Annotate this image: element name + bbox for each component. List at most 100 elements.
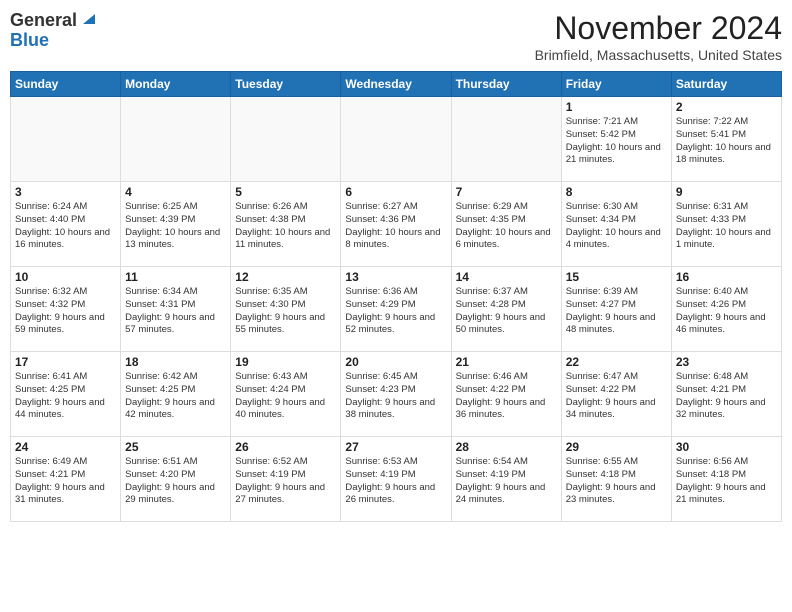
day-info: Sunrise: 6:46 AM Sunset: 4:22 PM Dayligh…: [456, 371, 557, 422]
day-info: Sunrise: 6:41 AM Sunset: 4:25 PM Dayligh…: [15, 371, 116, 422]
calendar-day-cell: 4 Sunrise: 6:25 AM Sunset: 4:39 PM Daylig…: [121, 182, 231, 267]
calendar-day-cell: [341, 97, 451, 182]
day-info: Sunrise: 6:52 AM Sunset: 4:19 PM Dayligh…: [235, 456, 336, 507]
day-info: Sunrise: 6:43 AM Sunset: 4:24 PM Dayligh…: [235, 371, 336, 422]
calendar-day-cell: 27 Sunrise: 6:53 AM Sunset: 4:19 PM Dayli…: [341, 437, 451, 522]
calendar-day-cell: 8 Sunrise: 6:30 AM Sunset: 4:34 PM Daylig…: [561, 182, 671, 267]
day-info: Sunrise: 6:49 AM Sunset: 4:21 PM Dayligh…: [15, 456, 116, 507]
calendar-day-cell: 11Sunrise: 6:34 AM Sunset: 4:31 PM Dayli…: [121, 267, 231, 352]
weekday-header: Thursday: [451, 72, 561, 97]
day-info: Sunrise: 6:37 AM Sunset: 4:28 PM Dayligh…: [456, 286, 557, 337]
logo-general-text: General: [10, 11, 77, 31]
day-number: 30: [676, 440, 777, 454]
day-number: 2: [676, 100, 777, 114]
calendar-day-cell: 19 Sunrise: 6:43 AM Sunset: 4:24 PM Dayli…: [231, 352, 341, 437]
calendar-day-cell: 14 Sunrise: 6:37 AM Sunset: 4:28 PM Dayli…: [451, 267, 561, 352]
day-number: 25: [125, 440, 226, 454]
location-title: Brimfield, Massachusetts, United States: [535, 47, 782, 63]
weekday-header: Wednesday: [341, 72, 451, 97]
title-area: November 2024 Brimfield, Massachusetts, …: [535, 10, 782, 63]
day-info: Sunrise: 6:25 AM Sunset: 4:39 PM Dayligh…: [125, 201, 226, 252]
calendar-day-cell: 17Sunrise: 6:41 AM Sunset: 4:25 PM Dayli…: [11, 352, 121, 437]
day-info: Sunrise: 6:55 AM Sunset: 4:18 PM Dayligh…: [566, 456, 667, 507]
day-info: Sunrise: 6:45 AM Sunset: 4:23 PM Dayligh…: [345, 371, 446, 422]
day-info: Sunrise: 6:54 AM Sunset: 4:19 PM Dayligh…: [456, 456, 557, 507]
day-info: Sunrise: 6:30 AM Sunset: 4:34 PM Dayligh…: [566, 201, 667, 252]
day-number: 16: [676, 270, 777, 284]
day-info: Sunrise: 6:32 AM Sunset: 4:32 PM Dayligh…: [15, 286, 116, 337]
day-number: 1: [566, 100, 667, 114]
day-number: 8: [566, 185, 667, 199]
calendar-day-cell: [231, 97, 341, 182]
calendar-week-row: 10 Sunrise: 6:32 AM Sunset: 4:32 PM Dayli…: [11, 267, 782, 352]
logo-blue-text: Blue: [10, 30, 49, 50]
day-number: 14: [456, 270, 557, 284]
day-info: Sunrise: 6:56 AM Sunset: 4:18 PM Dayligh…: [676, 456, 777, 507]
calendar-day-cell: 29 Sunrise: 6:55 AM Sunset: 4:18 PM Dayli…: [561, 437, 671, 522]
day-info: Sunrise: 6:24 AM Sunset: 4:40 PM Dayligh…: [15, 201, 116, 252]
day-number: 4: [125, 185, 226, 199]
day-number: 20: [345, 355, 446, 369]
day-info: Sunrise: 6:51 AM Sunset: 4:20 PM Dayligh…: [125, 456, 226, 507]
day-number: 26: [235, 440, 336, 454]
month-title: November 2024: [535, 10, 782, 47]
calendar-day-cell: [121, 97, 231, 182]
calendar-day-cell: 6Sunrise: 6:27 AM Sunset: 4:36 PM Daylig…: [341, 182, 451, 267]
day-number: 19: [235, 355, 336, 369]
calendar-week-row: 1 Sunrise: 7:21 AM Sunset: 5:42 PM Daylig…: [11, 97, 782, 182]
day-info: Sunrise: 6:48 AM Sunset: 4:21 PM Dayligh…: [676, 371, 777, 422]
calendar-day-cell: 3 Sunrise: 6:24 AM Sunset: 4:40 PM Daylig…: [11, 182, 121, 267]
day-number: 12: [235, 270, 336, 284]
day-info: Sunrise: 6:35 AM Sunset: 4:30 PM Dayligh…: [235, 286, 336, 337]
day-number: 24: [15, 440, 116, 454]
calendar-day-cell: 10 Sunrise: 6:32 AM Sunset: 4:32 PM Dayli…: [11, 267, 121, 352]
day-number: 29: [566, 440, 667, 454]
day-info: Sunrise: 6:34 AM Sunset: 4:31 PM Dayligh…: [125, 286, 226, 337]
day-number: 3: [15, 185, 116, 199]
day-info: Sunrise: 6:42 AM Sunset: 4:25 PM Dayligh…: [125, 371, 226, 422]
weekday-header: Friday: [561, 72, 671, 97]
calendar-day-cell: 22Sunrise: 6:47 AM Sunset: 4:22 PM Dayli…: [561, 352, 671, 437]
calendar-day-cell: 25 Sunrise: 6:51 AM Sunset: 4:20 PM Dayli…: [121, 437, 231, 522]
day-number: 10: [15, 270, 116, 284]
calendar-day-cell: 15Sunrise: 6:39 AM Sunset: 4:27 PM Dayli…: [561, 267, 671, 352]
day-number: 15: [566, 270, 667, 284]
day-number: 28: [456, 440, 557, 454]
calendar-day-cell: 16 Sunrise: 6:40 AM Sunset: 4:26 PM Dayli…: [671, 267, 781, 352]
day-number: 23: [676, 355, 777, 369]
day-info: Sunrise: 6:40 AM Sunset: 4:26 PM Dayligh…: [676, 286, 777, 337]
calendar-day-cell: 26 Sunrise: 6:52 AM Sunset: 4:19 PM Dayli…: [231, 437, 341, 522]
calendar-day-cell: 9Sunrise: 6:31 AM Sunset: 4:33 PM Daylig…: [671, 182, 781, 267]
page-header: General Blue November 2024 Brimfield, Ma…: [10, 10, 782, 63]
weekday-header: Sunday: [11, 72, 121, 97]
day-number: 7: [456, 185, 557, 199]
day-number: 27: [345, 440, 446, 454]
day-number: 13: [345, 270, 446, 284]
day-info: Sunrise: 6:53 AM Sunset: 4:19 PM Dayligh…: [345, 456, 446, 507]
day-number: 18: [125, 355, 226, 369]
calendar-table: SundayMondayTuesdayWednesdayThursdayFrid…: [10, 71, 782, 522]
logo-icon: [79, 10, 95, 26]
day-number: 21: [456, 355, 557, 369]
calendar-header-row: SundayMondayTuesdayWednesdayThursdayFrid…: [11, 72, 782, 97]
calendar-day-cell: 7Sunrise: 6:29 AM Sunset: 4:35 PM Daylig…: [451, 182, 561, 267]
calendar-day-cell: 21 Sunrise: 6:46 AM Sunset: 4:22 PM Dayli…: [451, 352, 561, 437]
day-info: Sunrise: 6:31 AM Sunset: 4:33 PM Dayligh…: [676, 201, 777, 252]
calendar-week-row: 3 Sunrise: 6:24 AM Sunset: 4:40 PM Daylig…: [11, 182, 782, 267]
day-info: Sunrise: 6:26 AM Sunset: 4:38 PM Dayligh…: [235, 201, 336, 252]
calendar-day-cell: 12 Sunrise: 6:35 AM Sunset: 4:30 PM Dayli…: [231, 267, 341, 352]
calendar-day-cell: 13 Sunrise: 6:36 AM Sunset: 4:29 PM Dayli…: [341, 267, 451, 352]
day-number: 5: [235, 185, 336, 199]
calendar-day-cell: 2Sunrise: 7:22 AM Sunset: 5:41 PM Daylig…: [671, 97, 781, 182]
day-number: 22: [566, 355, 667, 369]
day-info: Sunrise: 7:21 AM Sunset: 5:42 PM Dayligh…: [566, 116, 667, 167]
calendar-week-row: 24 Sunrise: 6:49 AM Sunset: 4:21 PM Dayli…: [11, 437, 782, 522]
logo: General Blue: [10, 10, 95, 51]
weekday-header: Tuesday: [231, 72, 341, 97]
weekday-header: Saturday: [671, 72, 781, 97]
calendar-day-cell: [11, 97, 121, 182]
calendar-day-cell: 30 Sunrise: 6:56 AM Sunset: 4:18 PM Dayli…: [671, 437, 781, 522]
calendar-day-cell: 5 Sunrise: 6:26 AM Sunset: 4:38 PM Daylig…: [231, 182, 341, 267]
day-info: Sunrise: 6:36 AM Sunset: 4:29 PM Dayligh…: [345, 286, 446, 337]
calendar-day-cell: 24 Sunrise: 6:49 AM Sunset: 4:21 PM Dayli…: [11, 437, 121, 522]
